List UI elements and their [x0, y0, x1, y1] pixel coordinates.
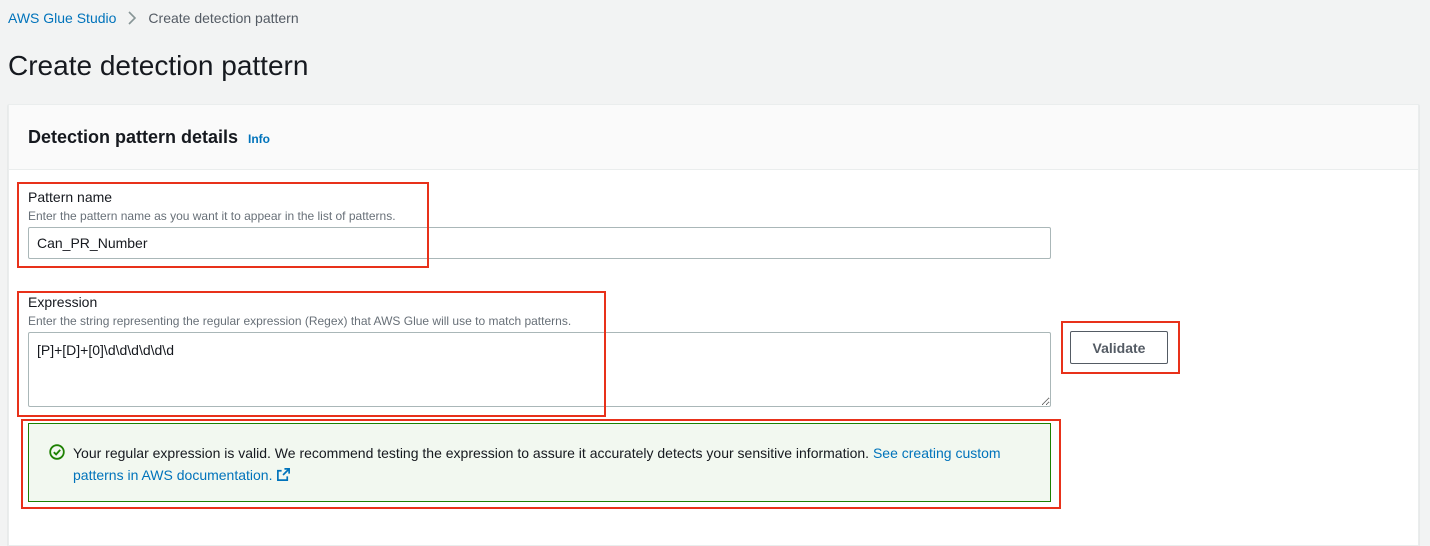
alert-text: Your regular expression is valid. We rec… — [73, 442, 1033, 488]
breadcrumb-current: Create detection pattern — [148, 10, 299, 26]
expression-label: Expression — [28, 294, 98, 310]
chevron-right-icon — [128, 11, 137, 25]
panel-header: Detection pattern details Info — [9, 105, 1418, 170]
validation-success-alert: Your regular expression is valid. We rec… — [28, 423, 1051, 502]
pattern-name-description: Enter the pattern name as you want it to… — [28, 209, 396, 223]
info-link[interactable]: Info — [248, 132, 270, 146]
alert-message: Your regular expression is valid. We rec… — [73, 445, 870, 461]
pattern-name-input[interactable] — [28, 227, 1051, 259]
page-title: Create detection pattern — [8, 50, 309, 81]
breadcrumb: AWS Glue Studio Create detection pattern — [8, 9, 299, 27]
panel-title: Detection pattern details — [28, 127, 239, 147]
external-link-icon — [276, 466, 291, 488]
validate-button[interactable]: Validate — [1070, 331, 1168, 364]
expression-description: Enter the string representing the regula… — [28, 314, 572, 328]
pattern-name-label: Pattern name — [28, 189, 113, 205]
success-check-circle-icon — [49, 444, 65, 460]
expression-textarea[interactable]: [P]+[D]+[0]\d\d\d\d\d\d — [28, 332, 1051, 407]
breadcrumb-link-glue-studio[interactable]: AWS Glue Studio — [8, 10, 116, 26]
